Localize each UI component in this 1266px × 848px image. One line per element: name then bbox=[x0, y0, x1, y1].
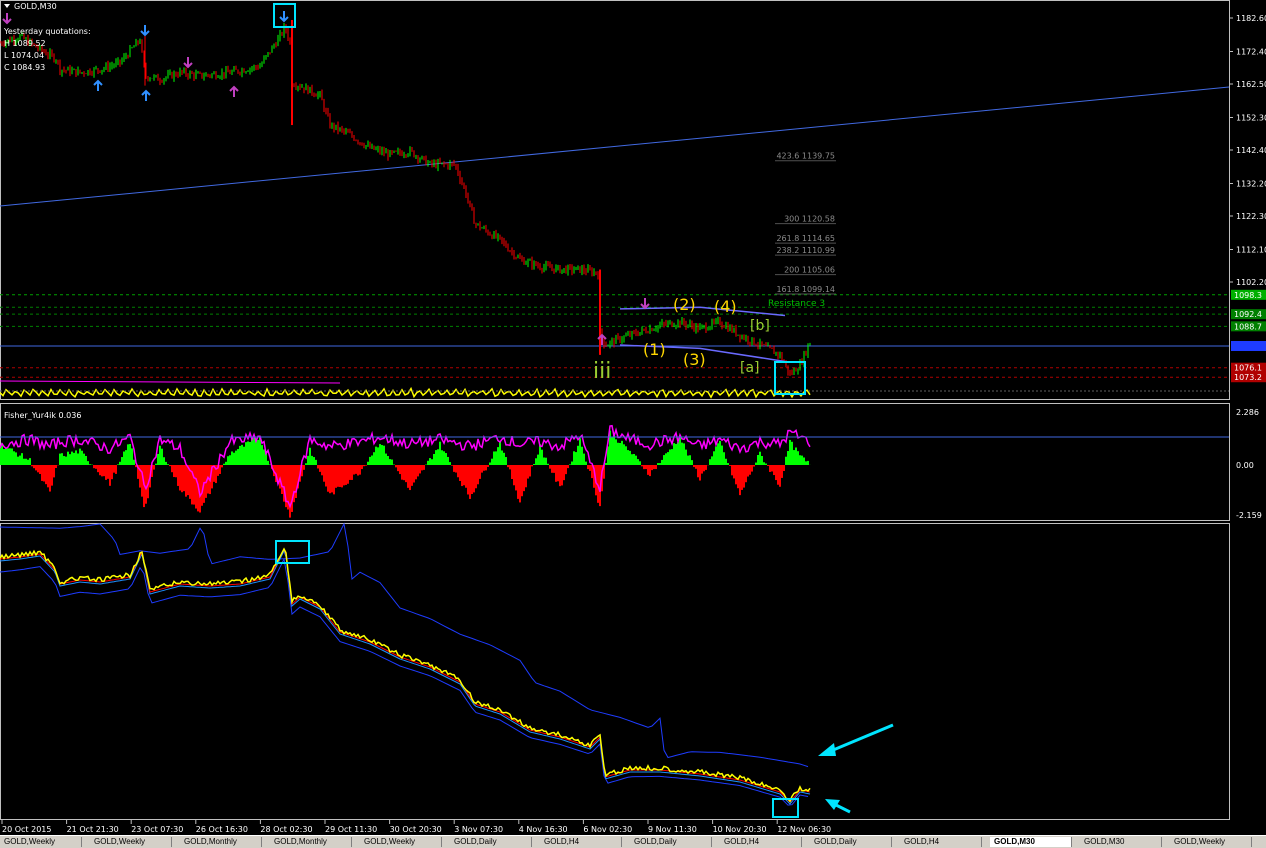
up-arrow-icon bbox=[93, 79, 103, 91]
price-tick-label: 1182.60 bbox=[1236, 14, 1266, 23]
time-tick-label: 6 Nov 02:30 bbox=[583, 825, 632, 834]
price-tick-label: 1102.20 bbox=[1236, 278, 1266, 287]
lower-panel-frame bbox=[0, 523, 1230, 820]
chart-tab[interactable]: GOLD,Daily bbox=[630, 837, 712, 847]
wave-label: (1) bbox=[643, 340, 666, 359]
time-tick-label: 30 Oct 20:30 bbox=[390, 825, 442, 834]
chart-tab[interactable]: GOLD,M30 bbox=[990, 837, 1072, 847]
chart-tab[interactable]: GOLD,Monthly bbox=[270, 837, 352, 847]
price-tag-label: 1088.7 bbox=[1234, 322, 1262, 331]
up-arrow-icon bbox=[141, 89, 151, 101]
arrow-icon-lower bbox=[825, 799, 851, 814]
chart-tab[interactable]: GOLD,Weekly bbox=[1170, 837, 1252, 847]
time-tick-label: 20 Oct 2015 bbox=[2, 825, 51, 834]
time-tick-label: 9 Nov 11:30 bbox=[648, 825, 697, 834]
yesterday-low: L 1074.04 bbox=[4, 51, 44, 60]
slow-ma-line bbox=[0, 549, 811, 805]
price-tick-label: 1122.30 bbox=[1236, 212, 1266, 221]
chart-tab[interactable]: GOLD,M30 bbox=[1080, 837, 1162, 847]
time-tick-label: 3 Nov 07:30 bbox=[454, 825, 503, 834]
price-tag-label: 1092.4 bbox=[1234, 310, 1262, 319]
marker-box-lower-top bbox=[275, 540, 310, 564]
price-tag-label: 1073.2 bbox=[1234, 373, 1262, 382]
time-tick-label: 12 Nov 06:30 bbox=[777, 825, 831, 834]
chart-tab[interactable]: GOLD,Daily bbox=[810, 837, 892, 847]
time-tick-label: 28 Oct 02:30 bbox=[260, 825, 312, 834]
fib-label: 300 1120.58 bbox=[784, 215, 835, 224]
time-tick-label: 29 Oct 11:30 bbox=[325, 825, 377, 834]
fib-label: 238.2 1110.99 bbox=[776, 246, 835, 255]
chart-tab[interactable]: GOLD,H4 bbox=[720, 837, 802, 847]
support-resistance-levels bbox=[0, 294, 1229, 378]
down-arrow-icon bbox=[279, 11, 289, 23]
price-tag-label: 1076.1 bbox=[1234, 364, 1262, 373]
time-tick-label: 4 Nov 16:30 bbox=[519, 825, 568, 834]
fib-label: 200 1105.06 bbox=[784, 266, 835, 275]
upper-trendline[interactable] bbox=[0, 86, 1230, 207]
yesterday-header: Yesterday quotations: bbox=[3, 27, 91, 36]
down-arrow-icon bbox=[183, 57, 193, 69]
down-arrow-icon bbox=[140, 25, 150, 37]
fib-label: 423.6 1139.75 bbox=[776, 152, 835, 161]
wave-label: (4) bbox=[714, 297, 737, 316]
magenta-ma-line bbox=[0, 380, 341, 384]
price-tag-label: 1098.3 bbox=[1234, 291, 1262, 300]
down-arrow-icon bbox=[640, 298, 650, 310]
price-tick-label: 1172.40 bbox=[1236, 47, 1266, 56]
chart-tab[interactable]: GOLD,Weekly bbox=[360, 837, 442, 847]
fib-label: 261.8 1114.65 bbox=[776, 234, 835, 243]
chart-tabs: GOLD,Weekly GOLD,Weekly GOLD,Monthly GOLD,M… bbox=[0, 835, 1266, 848]
up-arrow-icon bbox=[229, 85, 239, 97]
time-tick-label: 10 Nov 20:30 bbox=[713, 825, 767, 834]
lower-price-line bbox=[0, 547, 811, 803]
time-tick-label: 23 Oct 07:30 bbox=[131, 825, 183, 834]
chart-tab[interactable]: GOLD,H4 bbox=[900, 837, 982, 847]
chart-tab[interactable]: GOLD,H4 bbox=[540, 837, 622, 847]
wave-label: [a] bbox=[740, 360, 760, 376]
oscillator-strip bbox=[0, 386, 1229, 399]
oscillator-line bbox=[0, 386, 811, 399]
chart-tab[interactable]: GOLD,Weekly bbox=[90, 837, 172, 847]
price-tick-label: 1132.20 bbox=[1236, 179, 1266, 188]
symbol-title: GOLD,M30 bbox=[14, 2, 57, 11]
time-tick-label: 26 Oct 16:30 bbox=[196, 825, 248, 834]
upper-band-line bbox=[0, 522, 809, 768]
current-price-tag bbox=[1231, 341, 1266, 351]
yesterday-close: C 1084.93 bbox=[4, 63, 45, 72]
fisher-tick-label: 2.286 bbox=[1236, 408, 1259, 417]
chart-menu-icon[interactable] bbox=[4, 4, 10, 8]
chart-tab[interactable]: GOLD,Weekly bbox=[0, 837, 82, 847]
fib-label: 161.8 1099.14 bbox=[776, 285, 835, 294]
fisher-tick-label: -2.159 bbox=[1236, 511, 1262, 520]
lower-band-line bbox=[0, 557, 809, 806]
fisher-tick-label: 0.00 bbox=[1236, 461, 1254, 470]
wave-label: (3) bbox=[683, 350, 706, 369]
wave-label: (2) bbox=[673, 295, 696, 314]
wave-label: [b] bbox=[750, 318, 770, 334]
price-tick-label: 1142.40 bbox=[1236, 146, 1266, 155]
price-tick-label: 1152.30 bbox=[1236, 113, 1266, 122]
arrow-icon-upper bbox=[818, 723, 894, 756]
resistance-label: Resistance 3 bbox=[768, 299, 825, 309]
time-tick-label: 21 Oct 21:30 bbox=[67, 825, 119, 834]
price-tick-label: 1162.50 bbox=[1236, 80, 1266, 89]
fast-ma-line bbox=[0, 547, 811, 803]
price-tick-label: 1112.10 bbox=[1236, 245, 1266, 254]
wave-label: iii bbox=[593, 359, 611, 384]
chart-tab[interactable]: GOLD,Daily bbox=[450, 837, 532, 847]
price-panel-frame bbox=[0, 0, 1230, 400]
chart-tab[interactable]: GOLD,Monthly bbox=[180, 837, 262, 847]
down-arrow-icon bbox=[2, 13, 12, 25]
yesterday-high: H 1089.52 bbox=[4, 39, 46, 48]
chart-canvas: 1182.60 1172.40 1162.50 1152.30 1142.40 1132.… bbox=[0, 0, 1266, 834]
fisher-label: Fisher_Yur4ik 0.036 bbox=[4, 411, 81, 420]
